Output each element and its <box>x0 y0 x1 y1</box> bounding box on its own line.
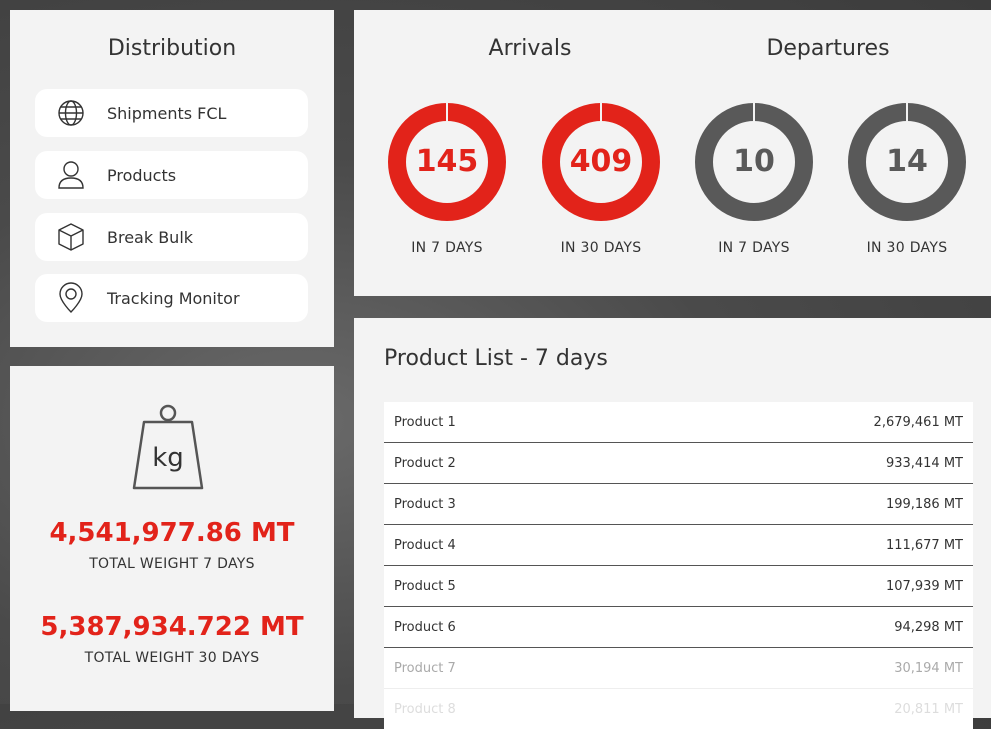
distribution-card: Distribution Shipments FCL Products Brea… <box>10 10 334 347</box>
arrivals-title: Arrivals <box>488 36 572 61</box>
arrivals-7-donut[interactable]: 145 <box>387 102 507 222</box>
break-bulk-label: Break Bulk <box>107 227 194 247</box>
product-weight: 94,298 MT <box>894 619 963 635</box>
arrivals-30-value: 409 <box>569 144 633 179</box>
products-label: Products <box>107 165 177 185</box>
departures-7-label: IN 7 DAYS <box>718 240 790 256</box>
departures-30-value: 14 <box>886 144 928 179</box>
tracking-monitor-label: Tracking Monitor <box>107 288 240 308</box>
product-weight: 30,194 MT <box>894 660 963 676</box>
distribution-title: Distribution <box>107 36 237 61</box>
shipments-fcl-label: Shipments FCL <box>107 103 227 123</box>
product-name: Product 6 <box>394 619 456 635</box>
departures-30-label: IN 30 DAYS <box>866 240 948 256</box>
product-list-card: Product List - 7 days Product 1 2,679,461… <box>354 318 991 729</box>
product-name: Product 5 <box>394 578 456 594</box>
product-name: Product 3 <box>394 496 456 512</box>
product-name: Product 7 <box>394 660 456 676</box>
arrivals-30-donut[interactable]: 409 <box>541 102 661 222</box>
arrivals-departures-card: Arrivals Departures 145 IN 7 DAYS 409 IN… <box>354 10 991 296</box>
product-weight: 111,677 MT <box>885 537 963 553</box>
arrivals-7-value: 145 <box>415 144 479 179</box>
arrivals-30-label: IN 30 DAYS <box>560 240 642 256</box>
product-name: Product 2 <box>394 455 456 471</box>
table-row[interactable]: Product 1 2,679,461 MT <box>384 402 973 443</box>
table-row[interactable]: Product 8 20,811 MT <box>384 689 973 729</box>
departures-7-donut[interactable]: 10 <box>694 102 814 222</box>
table-row[interactable]: Product 3 199,186 MT <box>384 484 973 525</box>
product-weight: 2,679,461 MT <box>873 414 963 430</box>
departures-title: Departures <box>766 36 890 61</box>
product-weight: 199,186 MT <box>885 496 963 512</box>
shipments-fcl-button[interactable]: Shipments FCL <box>35 89 308 137</box>
departures-7-value: 10 <box>733 144 775 179</box>
total-weight-30-value: 5,387,934.722 MT <box>40 612 304 642</box>
break-bulk-button[interactable]: Break Bulk <box>35 213 308 261</box>
table-row[interactable]: Product 5 107,939 MT <box>384 566 973 607</box>
kg-label: kg <box>152 443 184 473</box>
product-name: Product 1 <box>394 414 456 430</box>
total-weight-30-label: TOTAL WEIGHT 30 DAYS <box>84 650 260 666</box>
departures-30-donut[interactable]: 14 <box>847 102 967 222</box>
table-row[interactable]: Product 7 30,194 MT <box>384 648 973 689</box>
user-icon <box>35 160 107 190</box>
total-weight-7-label: TOTAL WEIGHT 7 DAYS <box>89 556 255 572</box>
product-weight: 107,939 MT <box>885 578 963 594</box>
box-icon <box>35 222 107 252</box>
product-list-title: Product List - 7 days <box>384 346 608 371</box>
product-table: Product 1 2,679,461 MT Product 2 933,414 M… <box>384 402 973 729</box>
arrivals-7-label: IN 7 DAYS <box>411 240 483 256</box>
total-weight-7-value: 4,541,977.86 MT <box>49 518 295 548</box>
map-pin-icon <box>35 282 107 314</box>
globe-icon <box>35 99 107 127</box>
table-row[interactable]: Product 4 111,677 MT <box>384 525 973 566</box>
table-row[interactable]: Product 2 933,414 MT <box>384 443 973 484</box>
table-row[interactable]: Product 6 94,298 MT <box>384 607 973 648</box>
weight-card: kg 4,541,977.86 MT TOTAL WEIGHT 7 DAYS 5… <box>10 366 334 711</box>
weight-icon: kg <box>122 402 214 492</box>
products-button[interactable]: Products <box>35 151 308 199</box>
product-name: Product 4 <box>394 537 456 553</box>
product-weight: 933,414 MT <box>885 455 963 471</box>
tracking-monitor-button[interactable]: Tracking Monitor <box>35 274 308 322</box>
